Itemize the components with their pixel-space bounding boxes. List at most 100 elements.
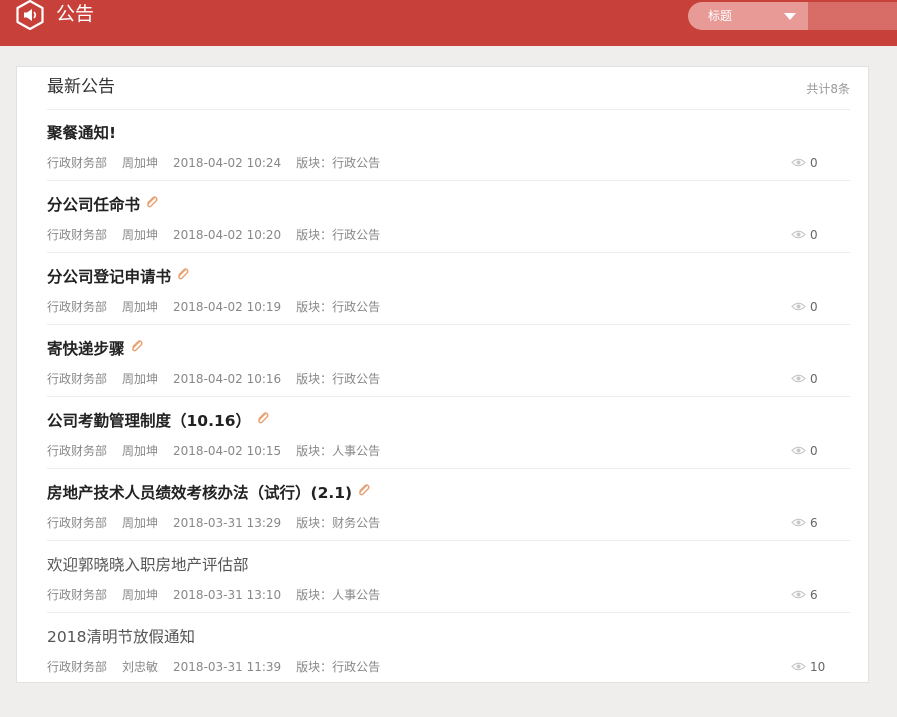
department-label: 行政财务部 <box>47 660 108 674</box>
timestamp: 2018-04-02 10:19 <box>173 300 282 314</box>
author-label: 周加坤 <box>122 228 159 242</box>
search-field-label: 标题 <box>708 9 733 23</box>
timestamp: 2018-03-31 13:10 <box>173 588 282 602</box>
eye-icon <box>791 299 806 315</box>
department-label: 行政财务部 <box>47 372 108 386</box>
department-label: 行政财务部 <box>47 444 108 458</box>
search-group: 标题 <box>688 2 897 30</box>
list-item[interactable]: 公司考勤管理制度（10.16） 行政财务部 周加坤 2018-04-02 10:15 版… <box>47 397 850 469</box>
announcement-title-text: 公司考勤管理制度（10.16） <box>47 412 252 430</box>
search-field-select[interactable]: 标题 <box>688 2 808 30</box>
board-label: 版块：行政公告 <box>296 300 381 314</box>
announcement-meta: 行政财务部 周加坤 2018-03-31 13:29 版块：财务公告 <box>47 515 395 531</box>
announcement-meta: 行政财务部 周加坤 2018-04-02 10:15 版块：人事公告 <box>47 443 395 459</box>
list-item[interactable]: 分公司登记申请书行政财务部 周加坤 2018-04-02 10:19 版块：行政公告 0 <box>47 253 850 325</box>
list-item[interactable]: 欢迎郭晓晓入职房地产评估部行政财务部 周加坤 2018-03-31 13:10 版块：… <box>47 541 850 613</box>
view-count-value: 6 <box>810 588 818 602</box>
eye-icon <box>791 443 806 459</box>
timestamp: 2018-04-02 10:15 <box>173 444 282 458</box>
board-label: 版块：人事公告 <box>296 444 381 458</box>
author-label: 周加坤 <box>122 588 159 602</box>
board-label: 版块：人事公告 <box>296 588 381 602</box>
top-bar: 公告 标题 <box>0 0 897 46</box>
board-label: 版块：财务公告 <box>296 516 381 530</box>
list-item[interactable]: 2018清明节放假通知行政财务部 刘忠敏 2018-03-31 11:39 版块：行政… <box>47 613 850 684</box>
view-count-value: 0 <box>810 372 818 386</box>
announcement-meta: 行政财务部 周加坤 2018-04-02 10:19 版块：行政公告 <box>47 299 395 315</box>
caret-down-icon <box>784 13 796 20</box>
announcement-title[interactable]: 分公司任命书 <box>47 193 158 217</box>
view-count: 0 <box>791 227 818 243</box>
department-label: 行政财务部 <box>47 156 108 170</box>
panel-header: 最新公告 共计8条 <box>47 67 850 110</box>
announcement-title[interactable]: 分公司登记申请书 <box>47 265 189 289</box>
author-label: 周加坤 <box>122 156 159 170</box>
megaphone-hexagon-icon <box>15 0 45 31</box>
eye-icon <box>791 587 806 603</box>
announcement-title[interactable]: 公司考勤管理制度（10.16） <box>47 409 269 433</box>
view-count-value: 0 <box>810 228 818 242</box>
eye-icon <box>791 659 806 675</box>
announcement-meta: 行政财务部 周加坤 2018-03-31 13:10 版块：人事公告 <box>47 587 395 603</box>
department-label: 行政财务部 <box>47 228 108 242</box>
view-count: 0 <box>791 299 818 315</box>
announcement-title[interactable]: 寄快递步骤 <box>47 337 143 361</box>
eye-icon <box>791 515 806 531</box>
timestamp: 2018-04-02 10:16 <box>173 372 282 386</box>
list-item[interactable]: 寄快递步骤 行政财务部 周加坤 2018-04-02 10:16 版块：行政公告 0 <box>47 325 850 397</box>
total-count: 共计8条 <box>806 82 850 96</box>
view-count: 6 <box>791 515 818 531</box>
view-count-value: 0 <box>810 156 818 170</box>
author-label: 周加坤 <box>122 516 159 530</box>
department-label: 行政财务部 <box>47 516 108 530</box>
author-label: 刘忠敏 <box>122 660 159 674</box>
view-count: 0 <box>791 155 818 171</box>
announcement-title-text: 房地产技术人员绩效考核办法（试行）(2.1) <box>47 484 353 502</box>
announcement-title-text: 聚餐通知! <box>47 124 117 142</box>
view-count-value: 0 <box>810 300 818 314</box>
board-label: 版块：行政公告 <box>296 372 381 386</box>
announcement-title-text: 寄快递步骤 <box>47 340 125 358</box>
timestamp: 2018-04-02 10:20 <box>173 228 282 242</box>
list-item[interactable]: 聚餐通知! 行政财务部 周加坤 2018-04-02 10:24 版块：行政公告 0 <box>47 109 850 181</box>
announcement-meta: 行政财务部 周加坤 2018-04-02 10:20 版块：行政公告 <box>47 227 395 243</box>
paperclip-icon <box>145 192 158 216</box>
view-count: 0 <box>791 371 818 387</box>
announcement-title-text: 分公司任命书 <box>47 196 141 214</box>
timestamp: 2018-03-31 13:29 <box>173 516 282 530</box>
author-label: 周加坤 <box>122 300 159 314</box>
announcement-meta: 行政财务部 周加坤 2018-04-02 10:16 版块：行政公告 <box>47 371 395 387</box>
eye-icon <box>791 371 806 387</box>
department-label: 行政财务部 <box>47 300 108 314</box>
announcement-meta: 行政财务部 刘忠敏 2018-03-31 11:39 版块：行政公告 <box>47 659 395 675</box>
view-count: 6 <box>791 587 818 603</box>
paperclip-icon <box>256 408 269 432</box>
announcement-title[interactable]: 2018清明节放假通知 <box>47 625 195 649</box>
board-label: 版块：行政公告 <box>296 228 381 242</box>
author-label: 周加坤 <box>122 444 159 458</box>
announcement-title-text: 2018清明节放假通知 <box>47 628 195 646</box>
board-label: 版块：行政公告 <box>296 660 381 674</box>
page-title: 公告 <box>56 3 95 25</box>
view-count-value: 6 <box>810 516 818 530</box>
panel-title: 最新公告 <box>47 77 115 97</box>
timestamp: 2018-03-31 11:39 <box>173 660 282 674</box>
eye-icon <box>791 227 806 243</box>
announcement-meta: 行政财务部 周加坤 2018-04-02 10:24 版块：行政公告 <box>47 155 395 171</box>
announcement-title-text: 分公司登记申请书 <box>47 268 172 286</box>
paperclip-icon <box>130 336 143 360</box>
board-label: 版块：行政公告 <box>296 156 381 170</box>
announcement-title-text: 欢迎郭晓晓入职房地产评估部 <box>47 556 249 574</box>
view-count: 10 <box>791 659 825 675</box>
eye-icon <box>791 155 806 171</box>
announcement-title[interactable]: 聚餐通知! <box>47 121 116 145</box>
paperclip-icon <box>176 264 189 288</box>
announcement-title[interactable]: 房地产技术人员绩效考核办法（试行）(2.1) <box>47 481 370 505</box>
search-input[interactable] <box>808 2 897 30</box>
list-item[interactable]: 房地产技术人员绩效考核办法（试行）(2.1) 行政财务部 周加坤 2018-03-31… <box>47 469 850 541</box>
announcement-panel: 最新公告 共计8条 聚餐通知! 行政财务部 周加坤 2018-04-02 10:24 版… <box>16 66 869 683</box>
paperclip-icon <box>357 480 370 504</box>
announcement-title[interactable]: 欢迎郭晓晓入职房地产评估部 <box>47 553 249 577</box>
department-label: 行政财务部 <box>47 588 108 602</box>
list-item[interactable]: 分公司任命书行政财务部 周加坤 2018-04-02 10:20 版块：行政公告 0 <box>47 181 850 253</box>
